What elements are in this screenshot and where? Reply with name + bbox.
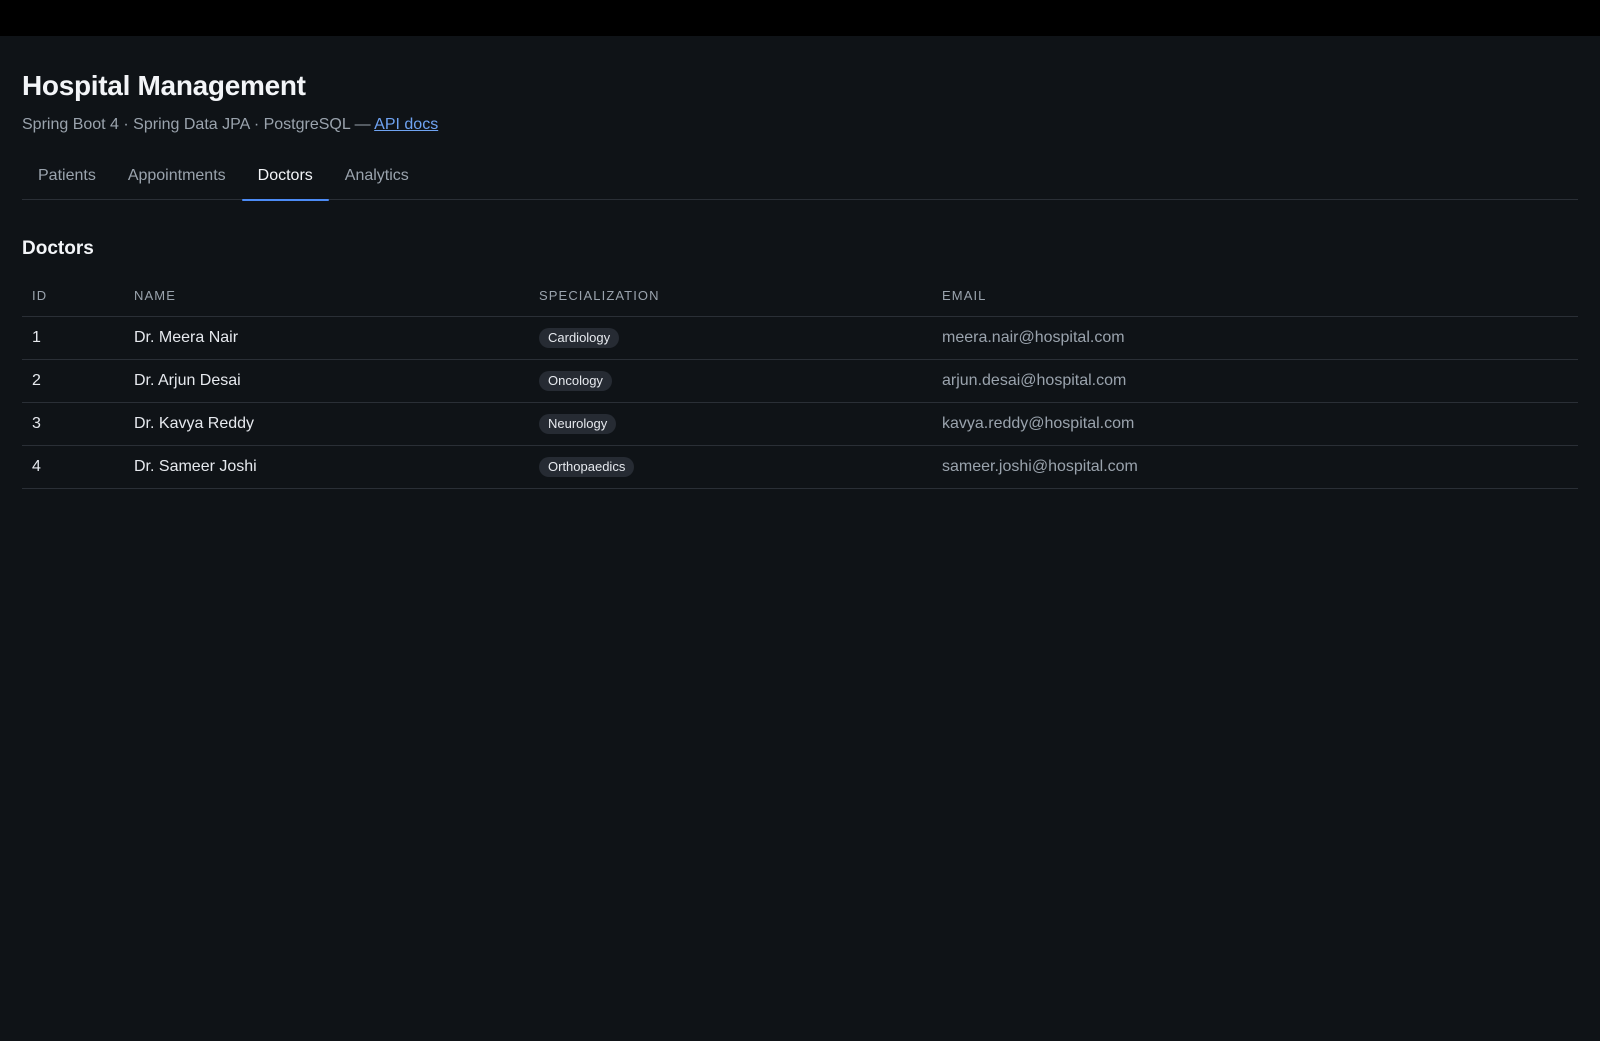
table-row[interactable]: 2 Dr. Arjun Desai Oncology arjun.desai@h… [22,359,1578,403]
cell-id: 1 [22,316,124,360]
cell-email: meera.nair@hospital.com [932,316,1578,360]
table-row[interactable]: 3 Dr. Kavya Reddy Neurology kavya.reddy@… [22,402,1578,446]
cell-specialization: Oncology [529,359,932,403]
table-row[interactable]: 4 Dr. Sameer Joshi Orthopaedics sameer.j… [22,445,1578,489]
cell-name: Dr. Sameer Joshi [124,445,529,489]
cell-name: Dr. Arjun Desai [124,359,529,403]
cell-email: arjun.desai@hospital.com [932,359,1578,403]
cell-email: kavya.reddy@hospital.com [932,402,1578,446]
column-header-specialization[interactable]: SPECIALIZATION [529,276,932,317]
column-header-email[interactable]: EMAIL [932,276,1578,317]
doctors-table: ID NAME SPECIALIZATION EMAIL 1 Dr. Meera… [22,276,1578,489]
cell-id: 4 [22,445,124,489]
cell-id: 2 [22,359,124,403]
cell-email: sameer.joshi@hospital.com [932,445,1578,489]
specialization-badge: Orthopaedics [539,456,635,477]
cell-specialization: Orthopaedics [529,445,932,489]
cell-specialization: Cardiology [529,316,932,360]
top-bar [0,0,1600,36]
tab-doctors[interactable]: Doctors [241,165,329,201]
cell-specialization: Neurology [529,402,932,446]
specialization-badge: Cardiology [539,327,620,348]
specialization-badge: Oncology [539,370,612,391]
page-title: Hospital Management [22,70,306,101]
main-content: Hospital Management Spring Boot 4 · Spri… [22,36,1578,489]
subtitle: Spring Boot 4 · Spring Data JPA · Postgr… [22,115,1578,135]
cell-name: Dr. Kavya Reddy [124,402,529,446]
specialization-badge: Neurology [539,413,617,434]
tab-bar: Patients Appointments Doctors Analytics [22,165,1578,201]
column-header-name[interactable]: NAME [124,276,529,317]
api-docs-link[interactable]: API docs [374,116,438,133]
tab-patients[interactable]: Patients [22,165,112,200]
subtitle-text: Spring Boot 4 · Spring Data JPA · Postgr… [22,116,375,133]
table-row[interactable]: 1 Dr. Meera Nair Cardiology meera.nair@h… [22,316,1578,360]
tab-analytics[interactable]: Analytics [329,165,425,200]
cell-id: 3 [22,402,124,446]
table-header-row: ID NAME SPECIALIZATION EMAIL [22,276,1578,317]
section-title: Doctors [22,238,94,259]
cell-name: Dr. Meera Nair [124,316,529,360]
tab-appointments[interactable]: Appointments [112,165,242,200]
column-header-id[interactable]: ID [22,276,124,317]
